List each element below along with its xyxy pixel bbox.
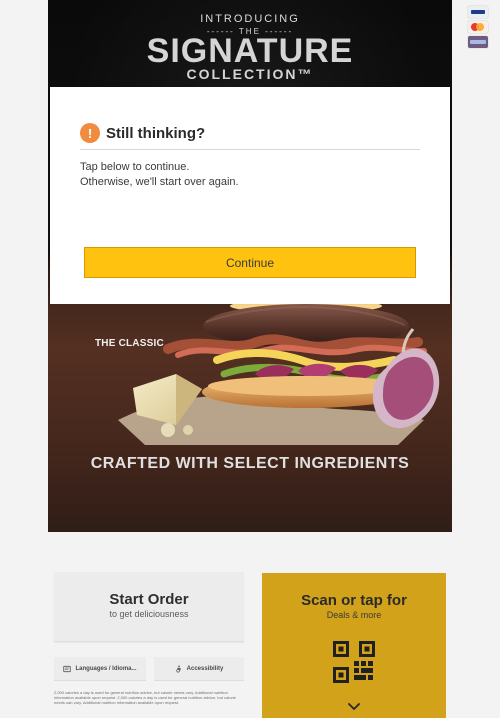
languages-button[interactable]: Languages / Idioma...: [54, 657, 146, 681]
scan-title: Scan or tap for: [301, 592, 407, 609]
globe-icon: [63, 665, 72, 673]
kiosk-screen: INTRODUCING ------ THE ------ SIGNATURE …: [0, 0, 500, 718]
dialog-title: Still thinking?: [106, 124, 206, 142]
dialog-message-line-1: Tap below to continue.: [80, 161, 190, 173]
accessibility-button[interactable]: Accessibility: [154, 657, 244, 681]
visa-card-icon: [468, 6, 488, 18]
accessibility-label: Accessibility: [186, 666, 224, 672]
chevron-down-icon: [348, 703, 360, 710]
hero-item-label: THE CLASSIC: [95, 338, 164, 349]
accessibility-icon: [176, 665, 181, 673]
hero-tagline: CRAFTED WITH SELECT INGREDIENTS: [90, 455, 410, 472]
inactivity-dialog: ! Still thinking? Tap below to continue.…: [50, 87, 450, 304]
start-order-title: Start Order: [109, 591, 189, 608]
dialog-header: ! Still thinking?: [80, 121, 420, 150]
nutrition-disclaimer: 2,000 calories a day is used for general…: [54, 690, 236, 705]
start-order-button[interactable]: Start Order to get deliciousness: [54, 572, 244, 642]
mastercard-card-icon: [468, 21, 488, 33]
scan-subtitle: Deals & more: [326, 610, 382, 620]
dialog-message: Tap below to continue. Otherwise, we'll …: [80, 160, 420, 190]
continue-button[interactable]: Continue: [84, 247, 416, 278]
qr-code-icon: [333, 641, 375, 683]
warning-icon: !: [80, 123, 100, 143]
card-icon: [468, 36, 488, 48]
scan-deals-panel[interactable]: Scan or tap for Deals & more: [262, 573, 446, 718]
dialog-message-line-2: Otherwise, we'll start over again.: [80, 176, 239, 188]
start-order-subtitle: to get deliciousness: [109, 609, 189, 619]
payment-icons: [468, 6, 488, 48]
languages-label: Languages / Idioma...: [75, 666, 137, 672]
